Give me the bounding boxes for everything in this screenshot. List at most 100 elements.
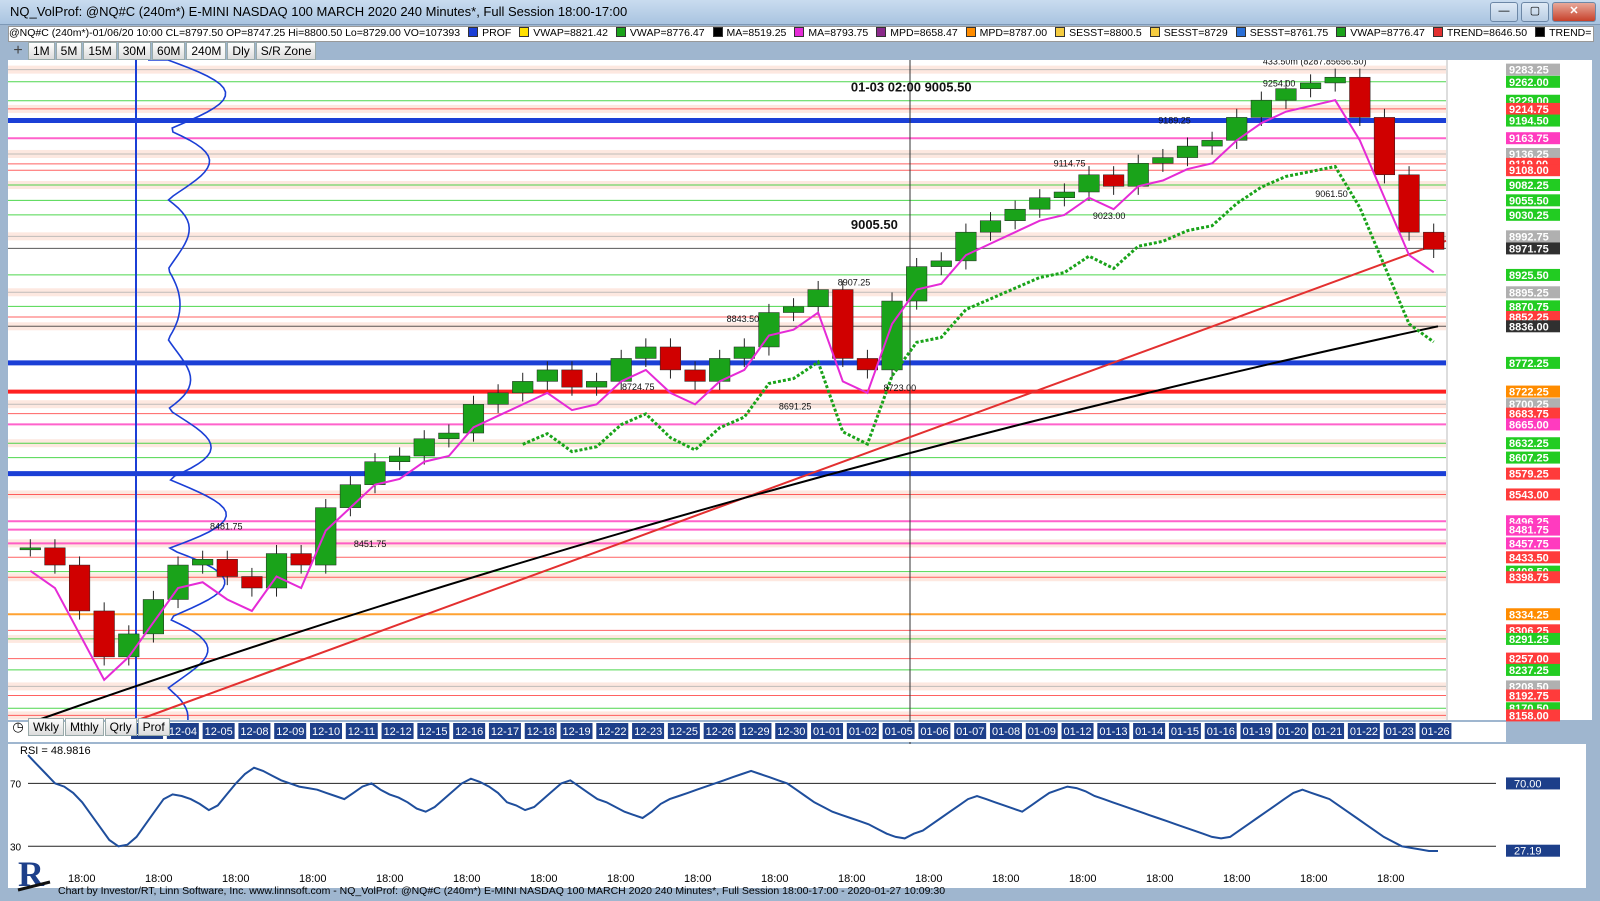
info-item: MPD=8787.00 [965,27,1051,39]
info-item: VWAP=8821.42 [519,27,612,39]
price-axis-label: 8579.25 [1509,469,1549,481]
candle-body [1226,117,1248,141]
candle-body [1103,174,1125,187]
info-item-text: SESST=8729 [1163,27,1228,39]
timeframe-button[interactable]: 60M [152,42,186,60]
series-color-swatch [519,27,530,37]
candle-body [1373,117,1396,176]
candle-body [1250,99,1272,118]
date-axis-label: 01-15 [1171,726,1199,738]
profile-range-button[interactable]: Qrly [104,718,137,736]
timeframe-button[interactable]: 30M [117,42,152,60]
candle-body [906,266,928,302]
price-axis-label: 9108.00 [1509,165,1549,177]
info-item-text: MA=8519.25 [726,27,787,39]
chart-annotation: 8691.25 [779,401,812,411]
date-axis-label: 01-16 [1207,726,1235,738]
price-axis-label: 8291.25 [1509,634,1549,646]
date-axis-label: 01-20 [1278,726,1306,738]
date-axis-label: 12-25 [670,726,698,738]
candle-body [339,484,361,508]
series-color-swatch [1336,27,1347,37]
indicator-info-row: @NQ#C (240m*)-01/06/20 10:00 CL=8797.50 … [8,26,1594,42]
clock-icon[interactable]: ◷ [8,719,28,735]
profile-range-button[interactable]: Prof [137,718,170,736]
maximize-button[interactable]: ▢ [1521,2,1549,22]
chart-annotation: 9005.50 [851,217,898,232]
info-item-text: VWAP=8821.42 [533,27,608,39]
info-item: TREND= [1535,27,1593,39]
date-axis-label: 12-09 [276,726,304,738]
date-axis-label: 01-26 [1421,726,1449,738]
window-controls: — ▢ ✕ [1490,2,1596,22]
profile-range-toolbar: ◷ Wkly Mthly Qrly Prof [8,718,171,736]
info-item: @NQ#C (240m*)-01/06/20 10:00 CL=8797.50 … [9,27,464,39]
window-title: NQ_VolProf: @NQ#C (240m*) E-MINI NASDAQ … [10,4,628,19]
price-axis-label: 9082.25 [1509,180,1549,192]
candle-body [586,381,608,388]
series-color-swatch [712,27,723,37]
date-axis-label: 12-05 [205,726,233,738]
profile-range-button[interactable]: Mthly [65,718,104,736]
candle-body [1053,191,1075,198]
candle-body [413,438,435,457]
info-item: SESST=8761.75 [1235,27,1333,39]
candle-body [216,559,238,577]
date-axis-label: 12-19 [563,726,591,738]
series-color-swatch [1055,27,1066,37]
candle-body [1176,145,1199,158]
date-axis-label: 12-04 [169,726,197,738]
date-axis-label: 12-11 [348,726,375,738]
chart-annotation: 8843.50 [727,314,760,324]
candle-body [241,576,263,589]
candle-body [733,346,755,359]
date-axis-label: 12-15 [419,726,447,738]
info-item-text: MPD=8658.47 [890,27,958,39]
candle-body [389,455,411,462]
price-axis-label: 9030.25 [1509,210,1549,222]
series-color-swatch [1535,27,1546,37]
date-axis-label: 12-08 [240,726,268,738]
candle-body [1423,231,1445,250]
price-axis-label: 8237.25 [1509,665,1549,677]
price-axis-label: 9283.25 [1509,65,1549,77]
crosshair-icon[interactable]: + [8,42,28,60]
timeframe-button[interactable]: 240M [186,42,227,60]
close-button[interactable]: ✕ [1552,2,1596,22]
price-axis-label: 8836.00 [1509,321,1549,333]
candle-body [1004,208,1026,221]
info-item-text: PROF [482,27,512,39]
profile-range-button[interactable]: Wkly [28,718,64,736]
date-axis-label: 01-07 [956,726,984,738]
candle-body [807,289,829,308]
price-axis-label: 9214.75 [1509,104,1549,116]
info-item: PROF [468,27,515,39]
rsi-axis-label: 70.00 [1514,778,1542,790]
info-item-text: VWAP=8776.47 [1350,27,1425,39]
chart-annotation: 8451.75 [354,539,387,549]
date-axis-label: 12-26 [706,726,734,738]
series-color-swatch [876,27,887,37]
minimize-button[interactable]: — [1490,2,1518,22]
candle-body [364,461,386,485]
info-item: SESST=8729 [1149,27,1232,39]
date-axis-label: 01-21 [1314,726,1342,738]
timeframe-button[interactable]: 15M [83,42,117,60]
candle-body [1275,88,1297,101]
info-item-text: SESST=8800.5 [1069,27,1142,39]
info-item: MA=8793.75 [794,27,872,39]
candle-body [536,369,558,382]
price-axis-label: 8158.00 [1509,710,1549,722]
price-axis-label: 8457.75 [1509,538,1549,550]
price-axis-label: 8398.75 [1509,572,1549,584]
timeframe-button[interactable]: S/R Zone [255,42,317,60]
date-axis-label: 01-06 [920,726,948,738]
candle-body [512,381,534,394]
candle-body [758,312,780,348]
chart-annotation: 9254.00 [1263,78,1296,88]
timeframe-button[interactable]: 5M [55,42,83,60]
timeframe-button[interactable]: Dly [227,42,255,60]
candle-body [1300,82,1322,89]
candle-body [19,547,41,551]
timeframe-button[interactable]: 1M [28,42,55,60]
